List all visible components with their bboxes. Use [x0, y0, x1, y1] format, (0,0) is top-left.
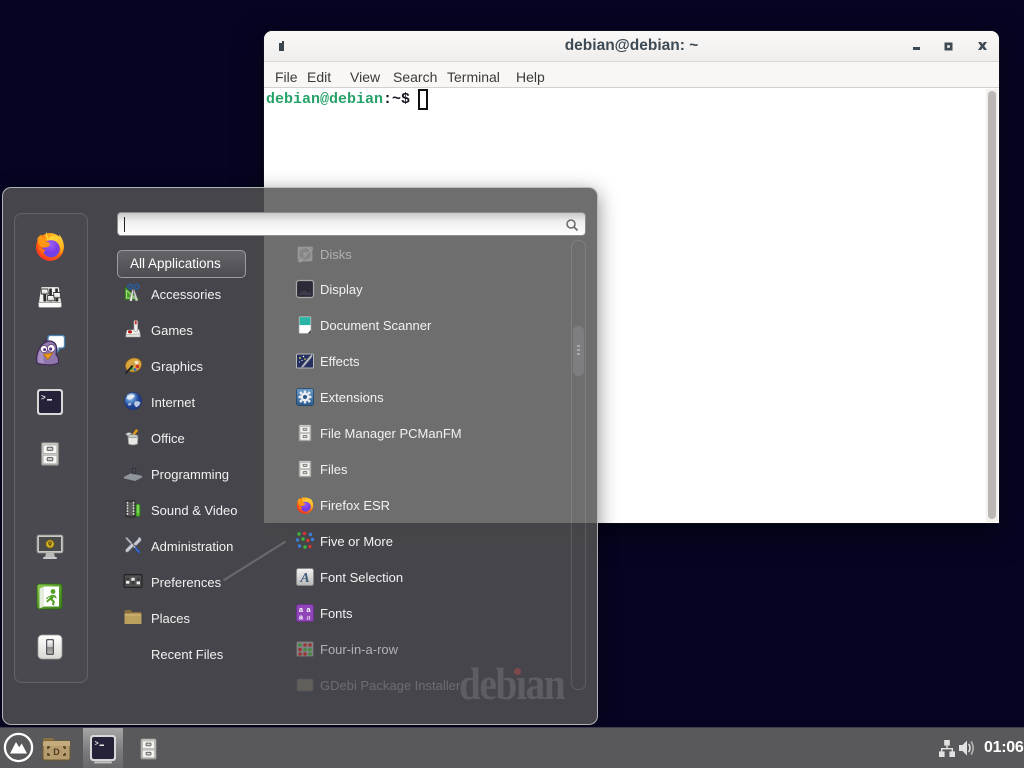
svg-text:>: >	[41, 394, 46, 403]
svg-text:>: >	[95, 741, 99, 749]
svg-text:D: D	[53, 747, 60, 757]
svg-text:a: a	[307, 613, 311, 622]
svg-text:A: A	[299, 571, 309, 586]
